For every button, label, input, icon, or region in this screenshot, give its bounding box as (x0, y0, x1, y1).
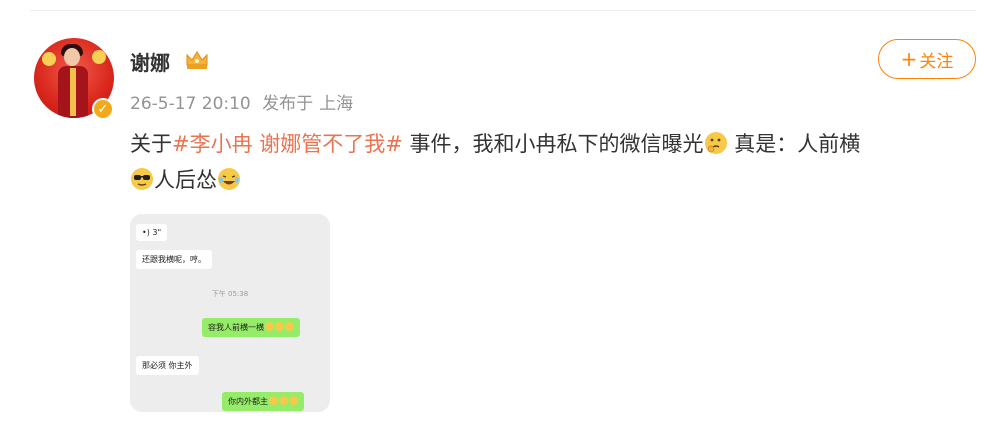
grin-emoji (289, 396, 298, 405)
follow-button[interactable]: + 关注 (878, 39, 976, 79)
grin-emoji (275, 322, 284, 331)
post-timestamp[interactable]: 26-5-17 20:10 (130, 94, 251, 114)
grin-emoji (265, 322, 274, 331)
chat-message: 还跟我横呢，哼。 (136, 250, 212, 269)
post-meta: 26-5-17 20:10 发布于 上海 (130, 89, 359, 114)
post-text: 关于#李小冉 谢娜管不了我# 事件，我和小冉私下的微信曝光 真是：人前横 人后怂 (130, 126, 970, 198)
chat-message-mine: 容我人前横一横 (202, 318, 300, 337)
author-name[interactable]: 谢娜 (130, 47, 170, 76)
avatar[interactable]: ✓ (34, 38, 114, 120)
plus-icon: + (900, 47, 918, 71)
top-divider (30, 10, 976, 11)
post-text-end: 人后怂 (154, 168, 217, 192)
chat-screenshot[interactable]: •) 3" 还跟我横呢，哼。 下午 05:38 容我人前横一横 那必须 你主外 … (130, 214, 330, 412)
chat-message-mine: 你内外都主 (222, 392, 304, 411)
grin-emoji (269, 396, 278, 405)
grin-emoji (279, 396, 288, 405)
grin-emoji (285, 322, 294, 331)
follow-label: 关注 (919, 51, 954, 72)
chat-message-text: 你内外都主 (228, 397, 268, 406)
chat-message-text: 容我人前横一横 (208, 323, 264, 332)
crown-level-icon (186, 51, 208, 69)
chat-time: 下午 05:38 (211, 290, 249, 298)
post-text-middle: 真是：人前横 (727, 132, 861, 156)
voice-icon: •) (142, 228, 150, 237)
verified-badge-icon: ✓ (92, 98, 114, 120)
topic-link[interactable]: #李小冉 谢娜管不了我# (172, 132, 403, 156)
voice-message: •) 3" (136, 224, 168, 241)
posted-label: 发布于 (262, 94, 314, 114)
chat-message: 那必须 你主外 (136, 356, 199, 375)
post-text-prefix: 关于 (130, 132, 172, 156)
post-text-main: 事件，我和小冉私下的微信曝光 (402, 132, 704, 156)
sunglasses-emoji (131, 168, 153, 190)
thinking-emoji (704, 132, 727, 154)
post-location: 上海 (319, 94, 354, 114)
voice-duration: 3" (152, 228, 162, 237)
laughing-tears-emoji (218, 168, 240, 190)
